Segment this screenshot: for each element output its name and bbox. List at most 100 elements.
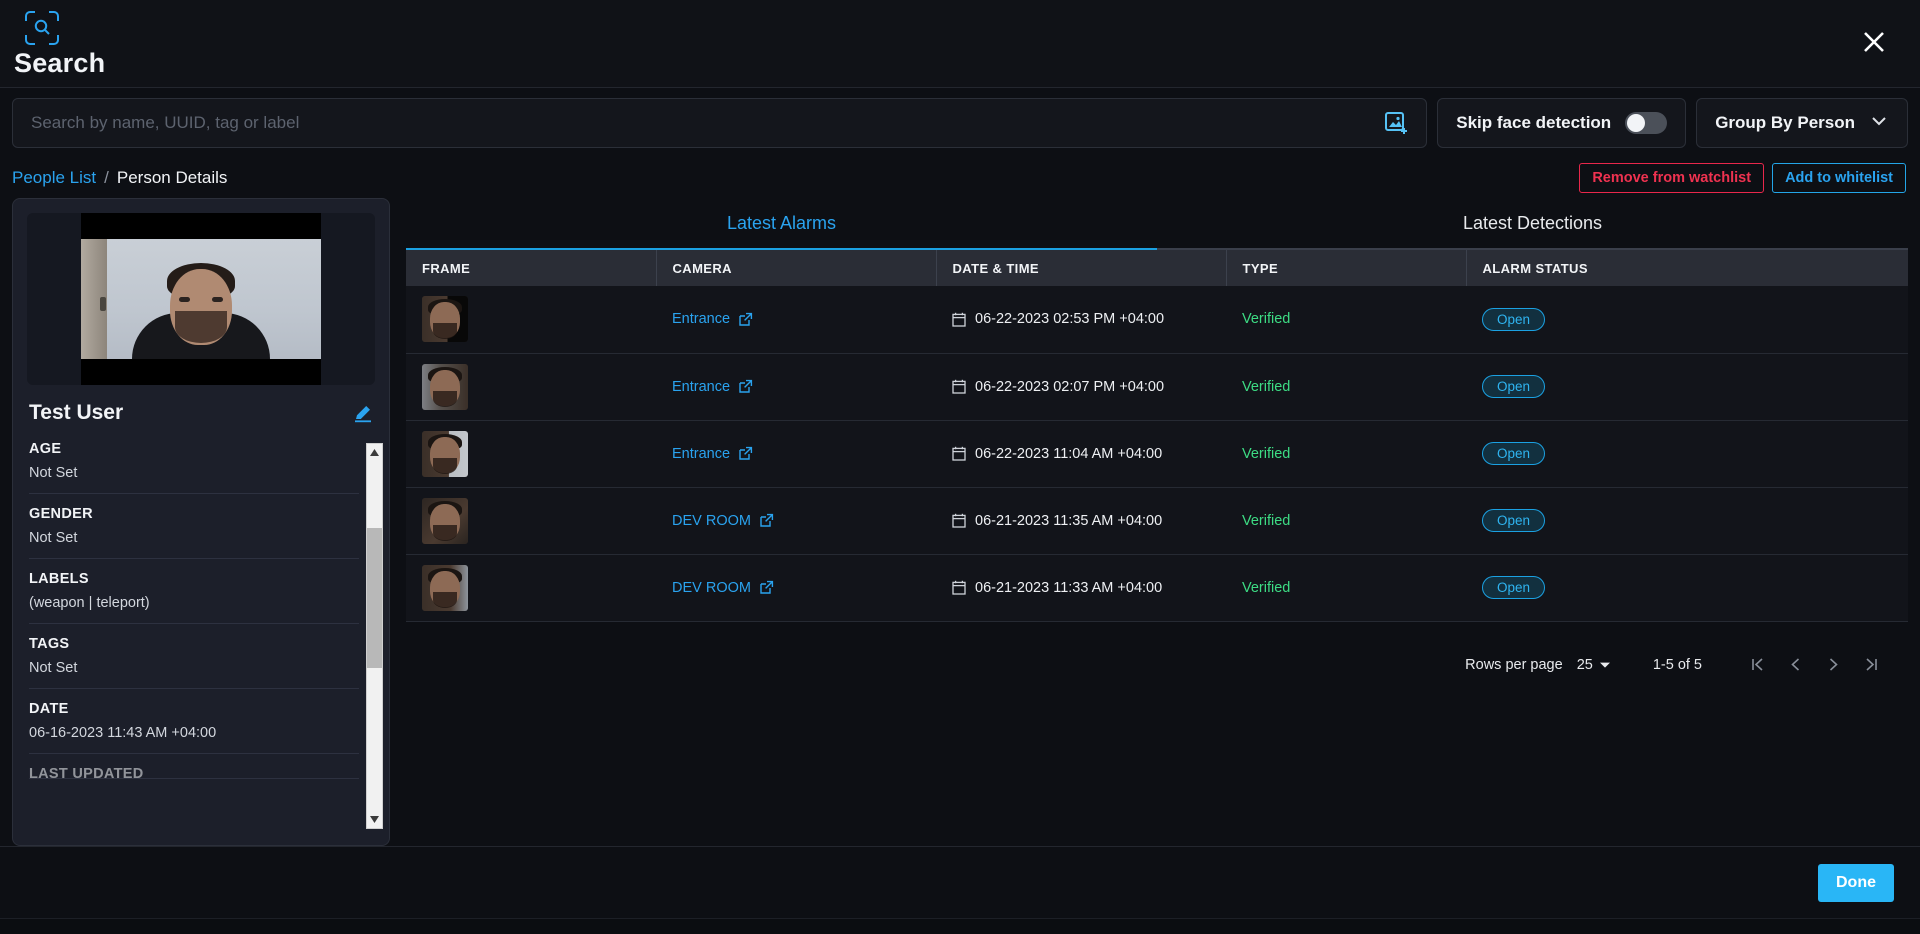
scroll-down-icon[interactable] xyxy=(367,811,382,828)
person-attributes-list: AGE Not Set GENDER Not Set LABELS (weapo… xyxy=(29,437,359,779)
attribute-key: LABELS xyxy=(29,571,89,587)
title-group: Search xyxy=(10,8,105,77)
dialog-titlebar: Search xyxy=(0,0,1920,88)
group-by-dropdown[interactable]: Group By Person xyxy=(1696,98,1908,148)
person-attributes-scroll[interactable]: AGE Not Set GENDER Not Set LABELS (weapo… xyxy=(13,437,389,835)
table-header: FRAME CAMERA DATE & TIME TYPE ALARM STAT… xyxy=(406,250,1908,286)
status-badge[interactable]: Open xyxy=(1482,576,1546,599)
frame-thumbnail[interactable] xyxy=(422,564,468,611)
attribute-clipped: LAST UPDATED xyxy=(29,754,359,779)
first-page-icon[interactable] xyxy=(1738,648,1776,682)
cell-frame xyxy=(406,353,656,421)
scroll-up-icon[interactable] xyxy=(367,444,382,461)
frame-thumbnail[interactable] xyxy=(422,363,468,410)
attribute-tags: TAGS Not Set xyxy=(29,624,359,689)
breadcrumb-current: Person Details xyxy=(116,168,228,187)
search-field-wrapper[interactable] xyxy=(12,98,1428,148)
camera-link[interactable]: DEV ROOM xyxy=(672,580,751,596)
add-to-whitelist-button[interactable]: Add to whitelist xyxy=(1772,163,1906,193)
bottom-strip xyxy=(0,918,1920,934)
breadcrumb-separator: / xyxy=(104,168,109,187)
cell-camera: Entrance xyxy=(656,420,936,488)
camera-link[interactable]: Entrance xyxy=(672,446,730,462)
table-row[interactable]: Entrance 06-22-2023 02 xyxy=(406,286,1908,354)
table-row[interactable]: DEV ROOM 06-21-2023 11 xyxy=(406,554,1908,622)
status-badge[interactable]: Open xyxy=(1482,375,1546,398)
tab-latest-alarms[interactable]: Latest Alarms xyxy=(406,198,1157,250)
external-link-icon[interactable] xyxy=(759,580,774,595)
rows-per-page-value: 25 xyxy=(1576,656,1593,673)
skip-face-detection-toggle[interactable] xyxy=(1625,112,1668,134)
person-name-row: Test User xyxy=(13,395,389,437)
calendar-icon xyxy=(952,379,966,394)
cell-datetime: 06-22-2023 11:04 AM +04:00 xyxy=(936,420,1226,488)
column-camera: CAMERA xyxy=(656,250,937,286)
cell-datetime: 06-22-2023 02:07 PM +04:00 xyxy=(936,353,1226,421)
cell-type: Verified xyxy=(1226,554,1466,622)
alarms-table: FRAME CAMERA DATE & TIME TYPE ALARM STAT… xyxy=(406,250,1908,622)
external-link-icon[interactable] xyxy=(738,446,753,461)
frame-thumbnail[interactable] xyxy=(422,430,468,477)
skip-face-detection-control[interactable]: Skip face detection xyxy=(1437,98,1687,148)
column-datetime: DATE & TIME xyxy=(936,250,1227,286)
external-link-icon[interactable] xyxy=(759,513,774,528)
calendar-icon xyxy=(952,312,966,327)
pagination-range: 1-5 of 5 xyxy=(1652,656,1702,673)
cell-frame xyxy=(406,286,656,354)
page-title: Search xyxy=(14,48,106,78)
tab-latest-detections[interactable]: Latest Detections xyxy=(1157,198,1908,250)
status-badge[interactable]: Open xyxy=(1482,307,1546,331)
column-frame: FRAME xyxy=(406,250,657,286)
person-portrait xyxy=(81,213,321,385)
last-page-icon[interactable] xyxy=(1852,648,1890,682)
scrollbar-thumb[interactable] xyxy=(367,528,382,668)
datetime-text: 06-21-2023 11:35 AM +04:00 xyxy=(975,512,1163,529)
dialog-footer: Done xyxy=(0,846,1920,918)
cell-camera: DEV ROOM xyxy=(656,487,936,555)
table-row[interactable]: Entrance 06-22-2023 11:04 AM +04:00 Veri… xyxy=(406,420,1908,488)
camera-link[interactable]: DEV ROOM xyxy=(672,513,751,529)
prev-page-icon[interactable] xyxy=(1776,648,1814,682)
attribute-value: Not Set xyxy=(29,530,78,546)
attribute-key: AGE xyxy=(29,441,62,457)
status-badge[interactable]: Open xyxy=(1482,509,1546,532)
column-alarm-status: ALARM STATUS xyxy=(1466,250,1908,286)
rows-per-page-select[interactable]: 25 xyxy=(1577,657,1611,673)
table-row[interactable]: Entrance 06-22-2023 02 xyxy=(406,353,1908,421)
remove-from-watchlist-button[interactable]: Remove from watchlist xyxy=(1579,163,1765,193)
cell-camera: Entrance xyxy=(656,286,936,354)
breadcrumb-people-list[interactable]: People List xyxy=(12,168,96,188)
external-link-icon[interactable] xyxy=(738,312,753,327)
table-row[interactable]: DEV ROOM 06-21-2023 11 xyxy=(406,487,1908,555)
search-input[interactable] xyxy=(31,113,1377,133)
search-frame-icon xyxy=(22,8,62,48)
attribute-value: Not Set xyxy=(29,465,78,481)
table-pagination: Rows per page 25 1-5 of 5 xyxy=(406,622,1908,682)
group-by-label: Group By Person xyxy=(1715,113,1855,132)
frame-thumbnail[interactable] xyxy=(422,497,468,544)
attribute-key: TAGS xyxy=(29,636,70,652)
table-body: Entrance 06-22-2023 02:53 PM +04:00 Veri… xyxy=(406,286,1908,622)
cell-frame xyxy=(406,420,656,488)
alarms-panel: Latest Alarms Latest Detections FRAME CA… xyxy=(398,198,1908,846)
datetime-text: 06-22-2023 02:53 PM +04:00 xyxy=(975,311,1165,328)
cell-status: Open xyxy=(1466,420,1908,488)
external-link-icon[interactable] xyxy=(738,379,753,394)
datetime-text: 06-22-2023 02:07 PM +04:00 xyxy=(975,378,1165,395)
sidebar-scrollbar[interactable] xyxy=(366,443,383,829)
status-badge[interactable]: Open xyxy=(1482,442,1546,465)
next-page-icon[interactable] xyxy=(1814,648,1852,682)
pencil-icon[interactable] xyxy=(353,403,373,423)
camera-link[interactable]: Entrance xyxy=(672,311,730,327)
image-add-icon[interactable] xyxy=(1376,103,1416,143)
camera-link[interactable]: Entrance xyxy=(672,379,730,395)
frame-thumbnail[interactable] xyxy=(422,296,468,343)
cell-frame xyxy=(406,487,656,555)
attribute-gender: GENDER Not Set xyxy=(29,494,359,559)
column-type: TYPE xyxy=(1226,250,1467,286)
datetime-text: 06-22-2023 11:04 AM +04:00 xyxy=(975,445,1163,462)
close-icon[interactable] xyxy=(1854,22,1894,62)
person-actions: Remove from watchlist Add to whitelist xyxy=(1579,163,1906,193)
cell-datetime: 06-22-2023 02:53 PM +04:00 xyxy=(936,286,1226,354)
done-button[interactable]: Done xyxy=(1818,863,1894,902)
